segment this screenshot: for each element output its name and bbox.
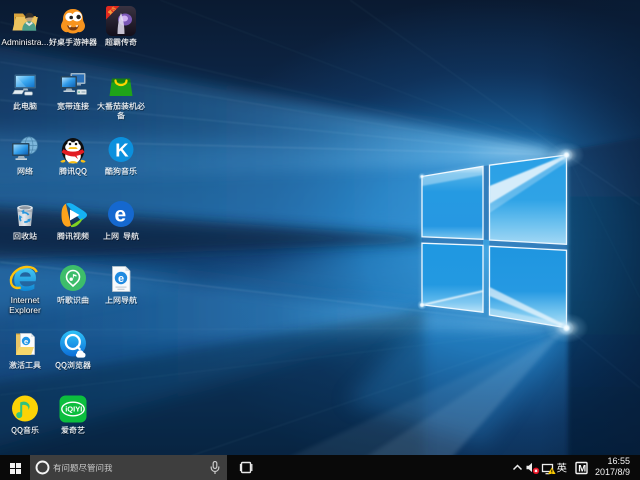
svg-text:K: K [115, 139, 129, 160]
svg-text:M: M [578, 464, 586, 475]
svg-text:e: e [24, 336, 28, 345]
svg-text:e: e [115, 203, 127, 226]
svg-text:iQIYI: iQIYI [65, 404, 82, 413]
svg-text:e: e [118, 273, 124, 285]
